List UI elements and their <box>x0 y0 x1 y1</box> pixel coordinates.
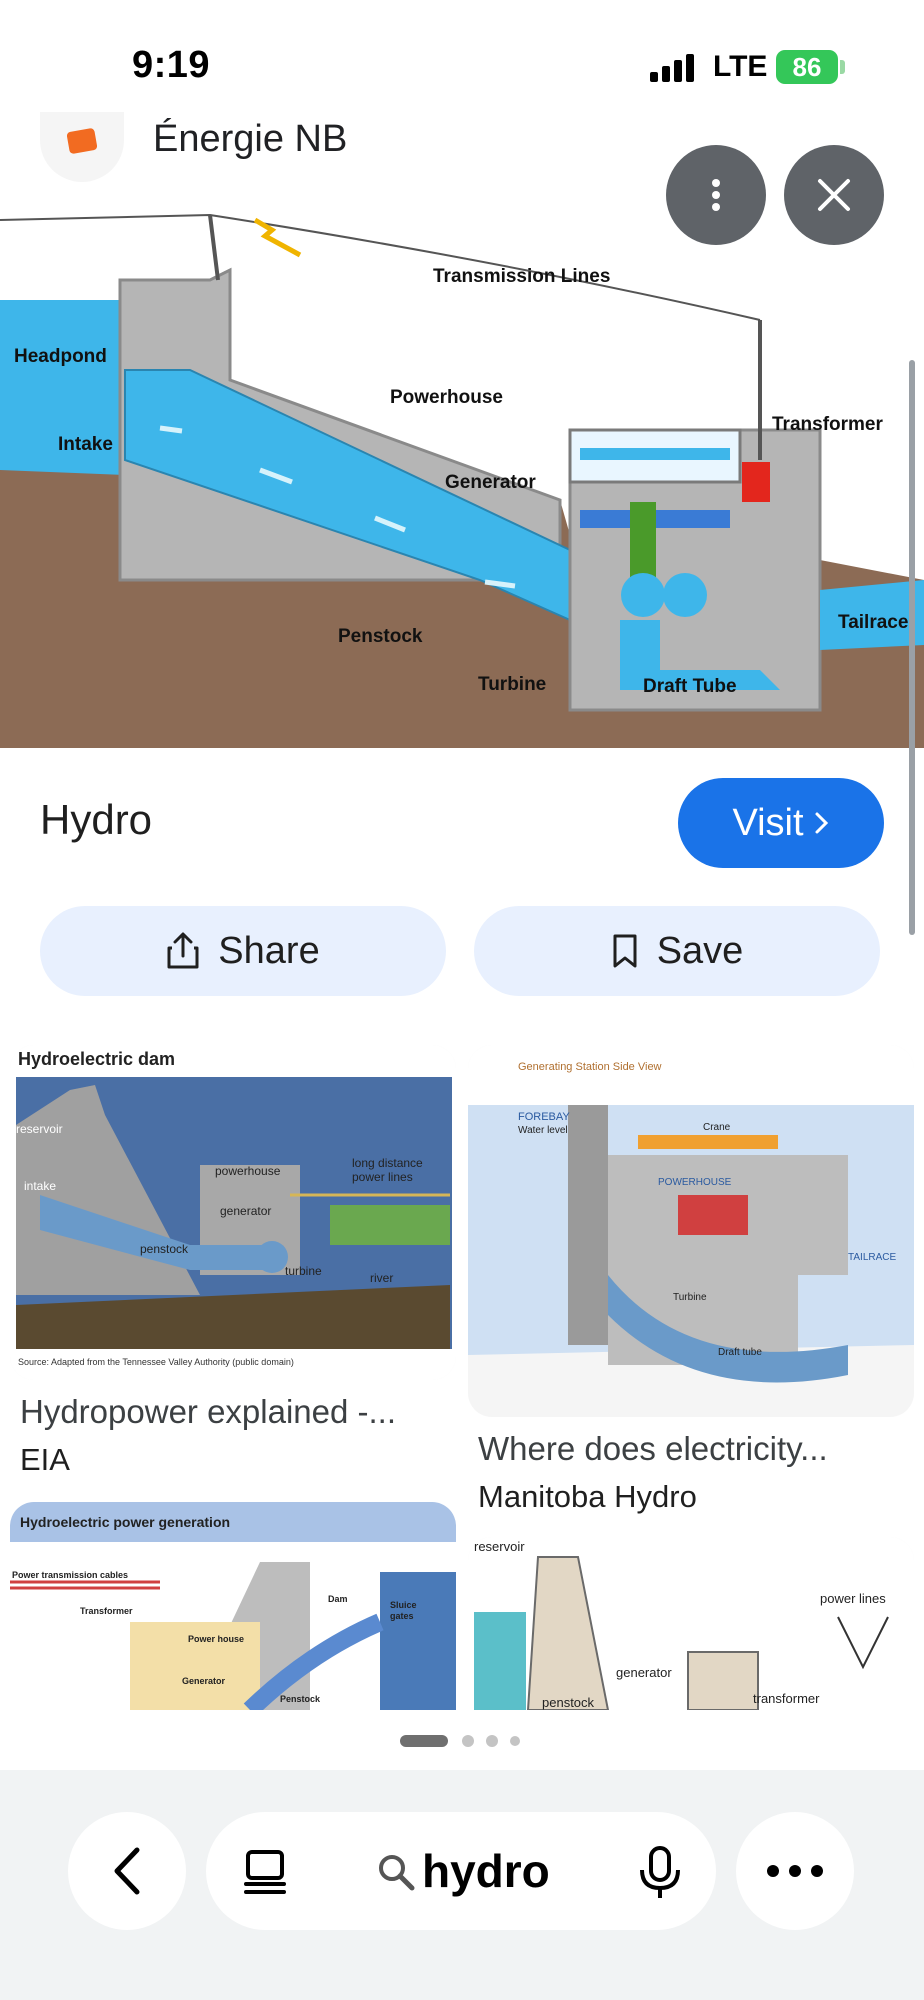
gen-penstock: Penstock <box>280 1694 321 1704</box>
eia-turbine: turbine <box>285 1264 322 1278</box>
battery-icon: 86 <box>776 50 838 84</box>
close-icon <box>818 179 850 211</box>
signal-icon <box>650 52 700 82</box>
battery-level: 86 <box>792 51 822 82</box>
mb-draft-tube: Draft tube <box>718 1347 762 1358</box>
result-title: Hydro <box>40 796 153 843</box>
page-indicator <box>400 1734 530 1748</box>
label-draft-tube: Draft Tube <box>643 676 737 697</box>
network-label: LTE <box>713 50 768 83</box>
hydroelectric-generation-image: Hydroelectric power generation Power tra… <box>10 1502 456 1710</box>
close-button[interactable] <box>784 145 884 245</box>
res-reservoir: reservoir <box>474 1539 525 1554</box>
more-options-button[interactable] <box>666 145 766 245</box>
save-label: Save <box>656 929 744 972</box>
energie-nb-logo-icon <box>66 127 98 155</box>
gen-power-house: Power house <box>188 1634 244 1644</box>
eia-reservoir: reservoir <box>16 1122 63 1136</box>
main-image[interactable]: Transmission Lines Headpond Intake Power… <box>0 200 924 935</box>
share-label: Share <box>218 929 320 972</box>
search-icon <box>379 1855 415 1891</box>
gen-heading: Hydroelectric power generation <box>20 1514 230 1530</box>
share-button[interactable]: Share <box>40 906 446 996</box>
more-vertical-icon <box>712 179 720 211</box>
visit-button[interactable]: Visit <box>678 778 884 868</box>
mb-turbine: Turbine <box>673 1292 707 1303</box>
more-horizontal-icon <box>767 1865 823 1877</box>
scroll-indicator[interactable] <box>909 360 915 935</box>
related-image-1[interactable]: Hydroelectric dam reservoir intake power… <box>10 1045 456 1380</box>
gen-cables: Power transmission cables <box>12 1570 128 1580</box>
back-button[interactable] <box>68 1812 186 1930</box>
eia-powerhouse: powerhouse <box>215 1164 281 1178</box>
mb-powerhouse: POWERHOUSE <box>658 1177 732 1188</box>
label-tailrace: Tailrace <box>838 612 908 633</box>
mb-heading: Generating Station Side View <box>518 1061 662 1073</box>
res-transformer: transformer <box>753 1691 820 1706</box>
related-title-2[interactable]: Where does electricity... <box>478 1430 828 1468</box>
eia-heading: Hydroelectric dam <box>18 1049 175 1069</box>
search-query[interactable]: hydro <box>422 1844 550 1898</box>
label-intake: Intake <box>58 434 113 455</box>
label-powerhouse: Powerhouse <box>390 387 503 408</box>
related-image-3[interactable]: Hydroelectric power generation Power tra… <box>10 1502 456 1710</box>
more-menu-button[interactable] <box>736 1812 854 1930</box>
label-transformer: Transformer <box>772 414 883 435</box>
reservoir-diagram-image: reservoir power lines generator transfor… <box>468 1537 914 1710</box>
label-headpond: Headpond <box>14 346 107 367</box>
related-image-2[interactable]: Generating Station Side View FOREBAY Wat… <box>468 1045 914 1417</box>
eia-intake: intake <box>24 1179 56 1193</box>
label-penstock: Penstock <box>338 626 423 647</box>
gen-gates: gates <box>390 1611 414 1621</box>
mb-crane: Crane <box>703 1122 731 1133</box>
source-name[interactable]: Énergie NB <box>153 118 347 161</box>
status-bar: 9:19 LTE 86 <box>0 0 924 130</box>
generating-station-image: Generating Station Side View FOREBAY Wat… <box>468 1045 914 1417</box>
eia-power-lines: long distance <box>352 1156 423 1170</box>
related-image-4[interactable]: reservoir power lines generator transfor… <box>468 1537 914 1710</box>
mic-icon[interactable] <box>634 1846 686 1900</box>
chevron-right-icon <box>815 812 828 834</box>
hydroelectric-dam-image: Hydroelectric dam reservoir intake power… <box>10 1045 456 1380</box>
related-source-1[interactable]: EIA <box>20 1442 70 1478</box>
mb-tailrace: TAILRACE <box>848 1252 896 1263</box>
eia-penstock: penstock <box>140 1242 189 1256</box>
gen-dam: Dam <box>328 1594 348 1604</box>
visit-label: Visit <box>732 801 804 844</box>
share-icon <box>167 932 199 969</box>
gen-transformer: Transformer <box>80 1606 133 1616</box>
eia-generator: generator <box>220 1204 271 1218</box>
status-time: 9:19 <box>132 44 211 86</box>
eia-power-lines-2: power lines <box>352 1170 413 1184</box>
label-transmission: Transmission Lines <box>433 266 610 287</box>
mb-water-level: Water level <box>518 1125 568 1136</box>
label-turbine: Turbine <box>478 674 546 695</box>
mb-forebay: FOREBAY <box>518 1111 570 1123</box>
res-penstock: penstock <box>542 1695 595 1710</box>
save-button[interactable]: Save <box>474 906 880 996</box>
res-generator: generator <box>616 1665 672 1680</box>
eia-credit: Source: Adapted from the Tennessee Valle… <box>18 1357 294 1367</box>
related-title-1[interactable]: Hydropower explained -... <box>20 1393 396 1431</box>
label-generator: Generator <box>445 472 536 493</box>
bookmark-icon <box>613 934 637 968</box>
gen-sluice: Sluice <box>390 1600 417 1610</box>
hydro-diagram: Transmission Lines Headpond Intake Power… <box>0 200 924 748</box>
related-source-2[interactable]: Manitoba Hydro <box>478 1479 697 1515</box>
chevron-left-icon <box>114 1847 140 1895</box>
source-logo[interactable] <box>40 112 124 182</box>
gen-generator: Generator <box>182 1676 226 1686</box>
eia-river: river <box>370 1271 393 1285</box>
res-power-lines: power lines <box>820 1591 886 1606</box>
tabs-icon[interactable] <box>242 1848 290 1896</box>
battery-tip <box>840 60 845 74</box>
